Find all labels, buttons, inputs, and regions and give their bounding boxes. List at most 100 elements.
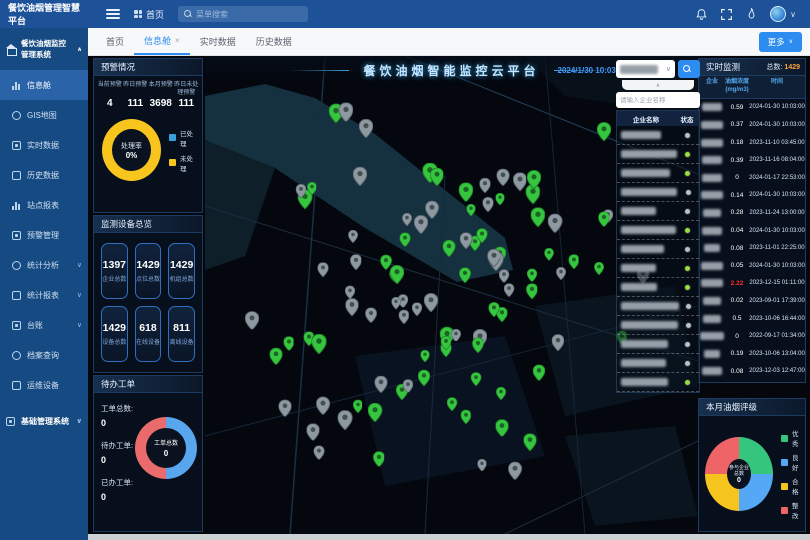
realtime-row[interactable]: 0.142024-01-30 10:03:00 <box>699 187 805 205</box>
map-pin-online[interactable] <box>400 232 411 252</box>
enterprise-search[interactable] <box>616 92 700 108</box>
map-pin-offline[interactable] <box>483 197 494 217</box>
map-pin-offline[interactable] <box>497 168 510 190</box>
map-pin-online[interactable] <box>430 168 443 191</box>
tab-3[interactable]: 实时数据 <box>190 28 246 55</box>
map-pin-offline[interactable] <box>424 293 438 317</box>
map-pin-online[interactable] <box>472 338 483 358</box>
sidebar-item-7[interactable]: 统计分析∨ <box>0 250 88 280</box>
map-pin-online[interactable] <box>447 398 457 417</box>
map-pin-online[interactable] <box>568 254 579 274</box>
menu-search-input[interactable] <box>196 10 302 19</box>
flame-icon[interactable] <box>745 8 758 21</box>
map-pin-offline[interactable] <box>306 423 319 446</box>
map-pin-offline[interactable] <box>480 178 491 198</box>
realtime-row[interactable]: 0.592024-01-30 10:03:00 <box>699 99 805 117</box>
map-pin-offline[interactable] <box>318 263 329 283</box>
map-pin-online[interactable] <box>523 434 536 457</box>
notification-icon[interactable] <box>695 8 708 21</box>
map-pin-offline[interactable] <box>412 303 422 322</box>
sidebar-item-10[interactable]: 档案查询 <box>0 340 88 370</box>
sidebar-group-header[interactable]: 餐饮油烟监控管理系统 ∧ <box>0 28 88 70</box>
map-pin-offline[interactable] <box>548 214 562 238</box>
map-pin-online[interactable] <box>283 336 294 356</box>
map-pin-offline[interactable] <box>487 248 500 271</box>
realtime-row[interactable]: 0.082023-11-01 22:25:00 <box>699 239 805 257</box>
map-pin-offline[interactable] <box>345 286 355 304</box>
area-select[interactable]: ∨ <box>616 60 675 78</box>
sidebar-item-11[interactable]: 运维设备 <box>0 370 88 400</box>
map-pin-online[interactable] <box>471 373 481 392</box>
map-pin-offline[interactable] <box>338 410 353 435</box>
sidebar-item-9[interactable]: 台账∨ <box>0 310 88 340</box>
collapse-handle[interactable]: ∧ <box>622 80 694 90</box>
realtime-row[interactable]: 0.042024-01-30 10:03:00 <box>699 222 805 240</box>
map-pin-offline[interactable] <box>359 119 373 143</box>
enterprise-row[interactable] <box>617 145 699 164</box>
map-pin-online[interactable] <box>353 400 363 418</box>
map-pin-online[interactable] <box>495 419 508 442</box>
map-pin-online[interactable] <box>531 208 546 233</box>
map-pin-offline[interactable] <box>338 103 352 127</box>
realtime-row[interactable]: 2.222023-12-15 01:11:00 <box>699 275 805 293</box>
map-pin-online[interactable] <box>368 402 382 426</box>
map-pin-online[interactable] <box>527 170 541 194</box>
sidebar-item-1[interactable]: 信息舱 <box>0 70 88 100</box>
map-pin-online[interactable] <box>460 409 471 428</box>
realtime-row[interactable]: 0.182023-11-10 03:45:00 <box>699 134 805 152</box>
sidebar-item-8[interactable]: 统计报表∨ <box>0 280 88 310</box>
map-pin-offline[interactable] <box>392 297 401 315</box>
map-pin-online[interactable] <box>270 348 283 370</box>
realtime-row[interactable]: 0.052024-01-30 10:03:00 <box>699 257 805 275</box>
menu-search[interactable] <box>178 6 308 22</box>
map-pin-online[interactable] <box>443 240 456 262</box>
enterprise-row[interactable] <box>617 297 699 316</box>
realtime-row[interactable]: 0.372024-01-30 10:03:00 <box>699 116 805 134</box>
map-pin-online[interactable] <box>459 267 471 288</box>
map-pin-offline[interactable] <box>556 267 566 285</box>
realtime-row[interactable]: 0.392023-11-16 08:04:00 <box>699 151 805 169</box>
realtime-row[interactable]: 0.192023-10-06 13:04:00 <box>699 345 805 363</box>
realtime-row[interactable]: 02024-01-17 22:53:00 <box>699 169 805 187</box>
sidebar-item-2[interactable]: GIS地图 <box>0 100 88 130</box>
enterprise-search-input[interactable] <box>620 97 696 104</box>
map-pin-online[interactable] <box>307 182 317 200</box>
map-pin-offline[interactable] <box>403 379 413 398</box>
hamburger-menu-icon[interactable] <box>106 9 120 19</box>
enterprise-row[interactable] <box>617 183 699 202</box>
map-pin-online[interactable] <box>598 212 609 232</box>
map-pin-offline[interactable] <box>350 255 362 276</box>
map-pin-offline[interactable] <box>513 172 527 196</box>
map-pin-online[interactable] <box>390 265 404 289</box>
enterprise-row[interactable] <box>617 354 699 373</box>
map-pin-offline[interactable] <box>375 375 388 397</box>
realtime-row[interactable]: 0.082023-12-03 12:47:00 <box>699 363 805 381</box>
map-pin-online[interactable] <box>496 192 505 210</box>
enterprise-row[interactable] <box>617 202 699 221</box>
fullscreen-icon[interactable] <box>720 8 733 21</box>
map-pin-online[interactable] <box>459 183 473 207</box>
enterprise-row[interactable] <box>617 221 699 240</box>
enterprise-row[interactable] <box>617 259 699 278</box>
map-pin-online[interactable] <box>496 387 506 405</box>
nav-home[interactable]: 首页 <box>134 8 164 21</box>
map-pin-online[interactable] <box>528 268 538 286</box>
map-pin-offline[interactable] <box>296 184 306 203</box>
tab-2[interactable]: 信息舱× <box>134 28 190 55</box>
map-pin-online[interactable] <box>421 349 430 367</box>
close-icon[interactable]: × <box>175 36 180 45</box>
map-pin-online[interactable] <box>526 284 538 305</box>
enterprise-row[interactable] <box>617 373 699 392</box>
map-pin-offline[interactable] <box>314 445 325 464</box>
map-pin-online[interactable] <box>489 302 500 322</box>
map-pin-offline[interactable] <box>245 311 259 335</box>
realtime-row[interactable]: 0.022023-09-01 17:39:00 <box>699 292 805 310</box>
map-pin-online[interactable] <box>373 451 385 472</box>
map-pin-offline[interactable] <box>349 230 359 248</box>
map-pin-online[interactable] <box>311 334 326 359</box>
realtime-row[interactable]: 02022-09-17 01:34:00 <box>699 327 805 345</box>
realtime-row[interactable]: 0.282023-11-24 13:00:00 <box>699 204 805 222</box>
user-menu[interactable]: ∨ <box>770 6 796 22</box>
map-pin-offline[interactable] <box>414 215 428 239</box>
map-pin-online[interactable] <box>418 370 430 391</box>
